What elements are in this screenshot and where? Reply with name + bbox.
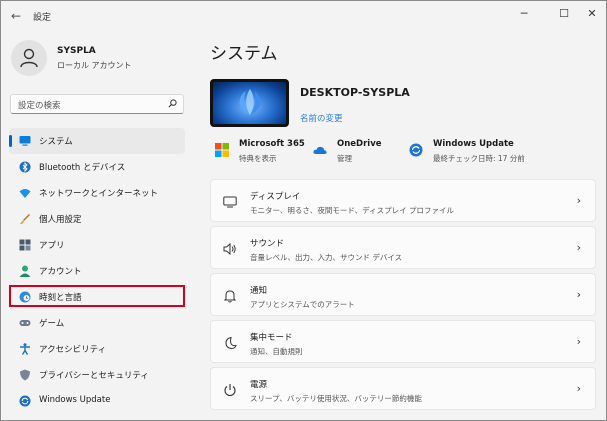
sidebar-item-label: Bluetooth とデバイス bbox=[39, 163, 126, 173]
sidebar-item-personalization[interactable]: 個人用設定 bbox=[9, 206, 185, 232]
chevron-right-icon: › bbox=[576, 335, 581, 348]
sidebar-nav: システム Bluetooth とデバイス ネットワークとインターネット 個人用設… bbox=[9, 128, 185, 414]
sidebar-item-accessibility[interactable]: アクセシビリティ bbox=[9, 336, 185, 362]
card-title: 集中モード bbox=[250, 333, 293, 343]
card-subtitle: 音量レベル、出力、入力、サウンド デバイス bbox=[250, 253, 403, 262]
quick-link-title: Microsoft 365 bbox=[239, 139, 305, 149]
quick-link-title: OneDrive bbox=[337, 139, 382, 149]
settings-window: ← 設定 ─ ☐ ✕ SYSPLA ローカル アカウント 設定の検索 システム bbox=[0, 0, 607, 421]
profile-name: SYSPLA bbox=[57, 46, 96, 56]
card-subtitle: アプリとシステムでのアラート bbox=[250, 300, 355, 309]
sidebar-item-label: 個人用設定 bbox=[39, 215, 82, 225]
sidebar-item-gaming[interactable]: ゲーム bbox=[9, 310, 185, 336]
minimize-button[interactable]: ─ bbox=[513, 5, 535, 23]
update-icon bbox=[19, 395, 31, 407]
app-title: 設定 bbox=[33, 13, 52, 23]
onedrive-cloud-icon bbox=[313, 146, 327, 154]
card-subtitle: スリープ、バッテリ使用状況、バッテリー節約機能 bbox=[250, 394, 422, 403]
avatar bbox=[11, 40, 47, 76]
chevron-right-icon: › bbox=[576, 382, 581, 395]
quick-link-sub: 管理 bbox=[337, 154, 352, 163]
close-button[interactable]: ✕ bbox=[581, 5, 603, 23]
sidebar-item-system[interactable]: システム bbox=[9, 128, 185, 154]
card-sound[interactable]: サウンド 音量レベル、出力、入力、サウンド デバイス › bbox=[210, 226, 596, 269]
quick-link-sub: 特典を表示 bbox=[239, 154, 277, 163]
rename-link[interactable]: 名前の変更 bbox=[300, 112, 343, 124]
card-title: ディスプレイ bbox=[250, 192, 301, 202]
sidebar-item-windows-update[interactable]: Windows Update bbox=[9, 388, 185, 414]
page-title: システム bbox=[210, 44, 278, 64]
card-title: 電源 bbox=[250, 380, 268, 390]
card-title: 通知 bbox=[250, 286, 268, 296]
highlight-box bbox=[9, 285, 185, 307]
device-name: DESKTOP-SYSPLA bbox=[300, 86, 410, 99]
device-thumbnail bbox=[210, 79, 289, 127]
settings-list: ディスプレイ モニター、明るさ、夜間モード、ディスプレイ プロファイル › サウ… bbox=[210, 179, 596, 414]
sidebar-item-label: アカウント bbox=[39, 267, 82, 277]
quick-link-title: Windows Update bbox=[433, 139, 514, 149]
sidebar-item-label: システム bbox=[39, 137, 73, 147]
card-display[interactable]: ディスプレイ モニター、明るさ、夜間モード、ディスプレイ プロファイル › bbox=[210, 179, 596, 222]
sidebar-item-label: アプリ bbox=[39, 241, 65, 251]
card-focus-assist[interactable]: 集中モード 通知、自動規則 › bbox=[210, 320, 596, 363]
card-subtitle: モニター、明るさ、夜間モード、ディスプレイ プロファイル bbox=[250, 206, 454, 215]
accessibility-icon bbox=[20, 343, 30, 355]
search-icon bbox=[168, 99, 177, 108]
wifi-icon bbox=[19, 189, 31, 198]
display-icon bbox=[223, 196, 237, 208]
sidebar-item-label: ネットワークとインターネット bbox=[39, 189, 159, 199]
sidebar-item-apps[interactable]: アプリ bbox=[9, 232, 185, 258]
person-icon bbox=[19, 265, 31, 277]
search-placeholder: 設定の検索 bbox=[18, 101, 61, 111]
card-notifications[interactable]: 通知 アプリとシステムでのアラート › bbox=[210, 273, 596, 316]
sidebar-item-label: Windows Update bbox=[39, 395, 111, 405]
maximize-button[interactable]: ☐ bbox=[553, 5, 575, 23]
moon-icon bbox=[225, 336, 237, 350]
windows-update-icon bbox=[409, 143, 423, 157]
brush-icon bbox=[20, 214, 30, 225]
back-button[interactable]: ← bbox=[9, 9, 23, 23]
card-title: サウンド bbox=[250, 239, 285, 249]
microsoft-logo-icon bbox=[215, 143, 229, 157]
sidebar-item-privacy-security[interactable]: プライバシーとセキュリティ bbox=[9, 362, 185, 388]
power-icon bbox=[224, 384, 236, 397]
bloom-wallpaper-icon bbox=[239, 89, 261, 115]
search-input[interactable]: 設定の検索 bbox=[10, 94, 184, 114]
bluetooth-icon bbox=[19, 161, 31, 173]
sidebar-item-label: プライバシーとセキュリティ bbox=[39, 371, 149, 381]
apps-icon bbox=[19, 239, 31, 251]
chevron-right-icon: › bbox=[576, 288, 581, 301]
sidebar-item-bluetooth[interactable]: Bluetooth とデバイス bbox=[9, 154, 185, 180]
person-icon bbox=[20, 48, 38, 68]
card-power[interactable]: 電源 スリープ、バッテリ使用状況、バッテリー節約機能 › bbox=[210, 367, 596, 410]
title-bar: ← 設定 ─ ☐ ✕ bbox=[1, 1, 606, 31]
chevron-right-icon: › bbox=[576, 194, 581, 207]
sidebar-item-label: ゲーム bbox=[39, 319, 65, 329]
sidebar-item-network[interactable]: ネットワークとインターネット bbox=[9, 180, 185, 206]
bell-icon bbox=[223, 290, 237, 303]
quick-link-sub: 最終チェック日時: 17 分前 bbox=[433, 154, 525, 163]
card-subtitle: 通知、自動規則 bbox=[250, 347, 303, 356]
shield-icon bbox=[20, 369, 30, 381]
gamepad-icon bbox=[19, 320, 31, 326]
chevron-right-icon: › bbox=[576, 241, 581, 254]
sidebar-item-accounts[interactable]: アカウント bbox=[9, 258, 185, 284]
sidebar-item-label: アクセシビリティ bbox=[39, 345, 107, 355]
profile-account-type: ローカル アカウント bbox=[57, 61, 132, 70]
monitor-icon bbox=[19, 136, 31, 146]
speaker-icon bbox=[223, 242, 236, 256]
